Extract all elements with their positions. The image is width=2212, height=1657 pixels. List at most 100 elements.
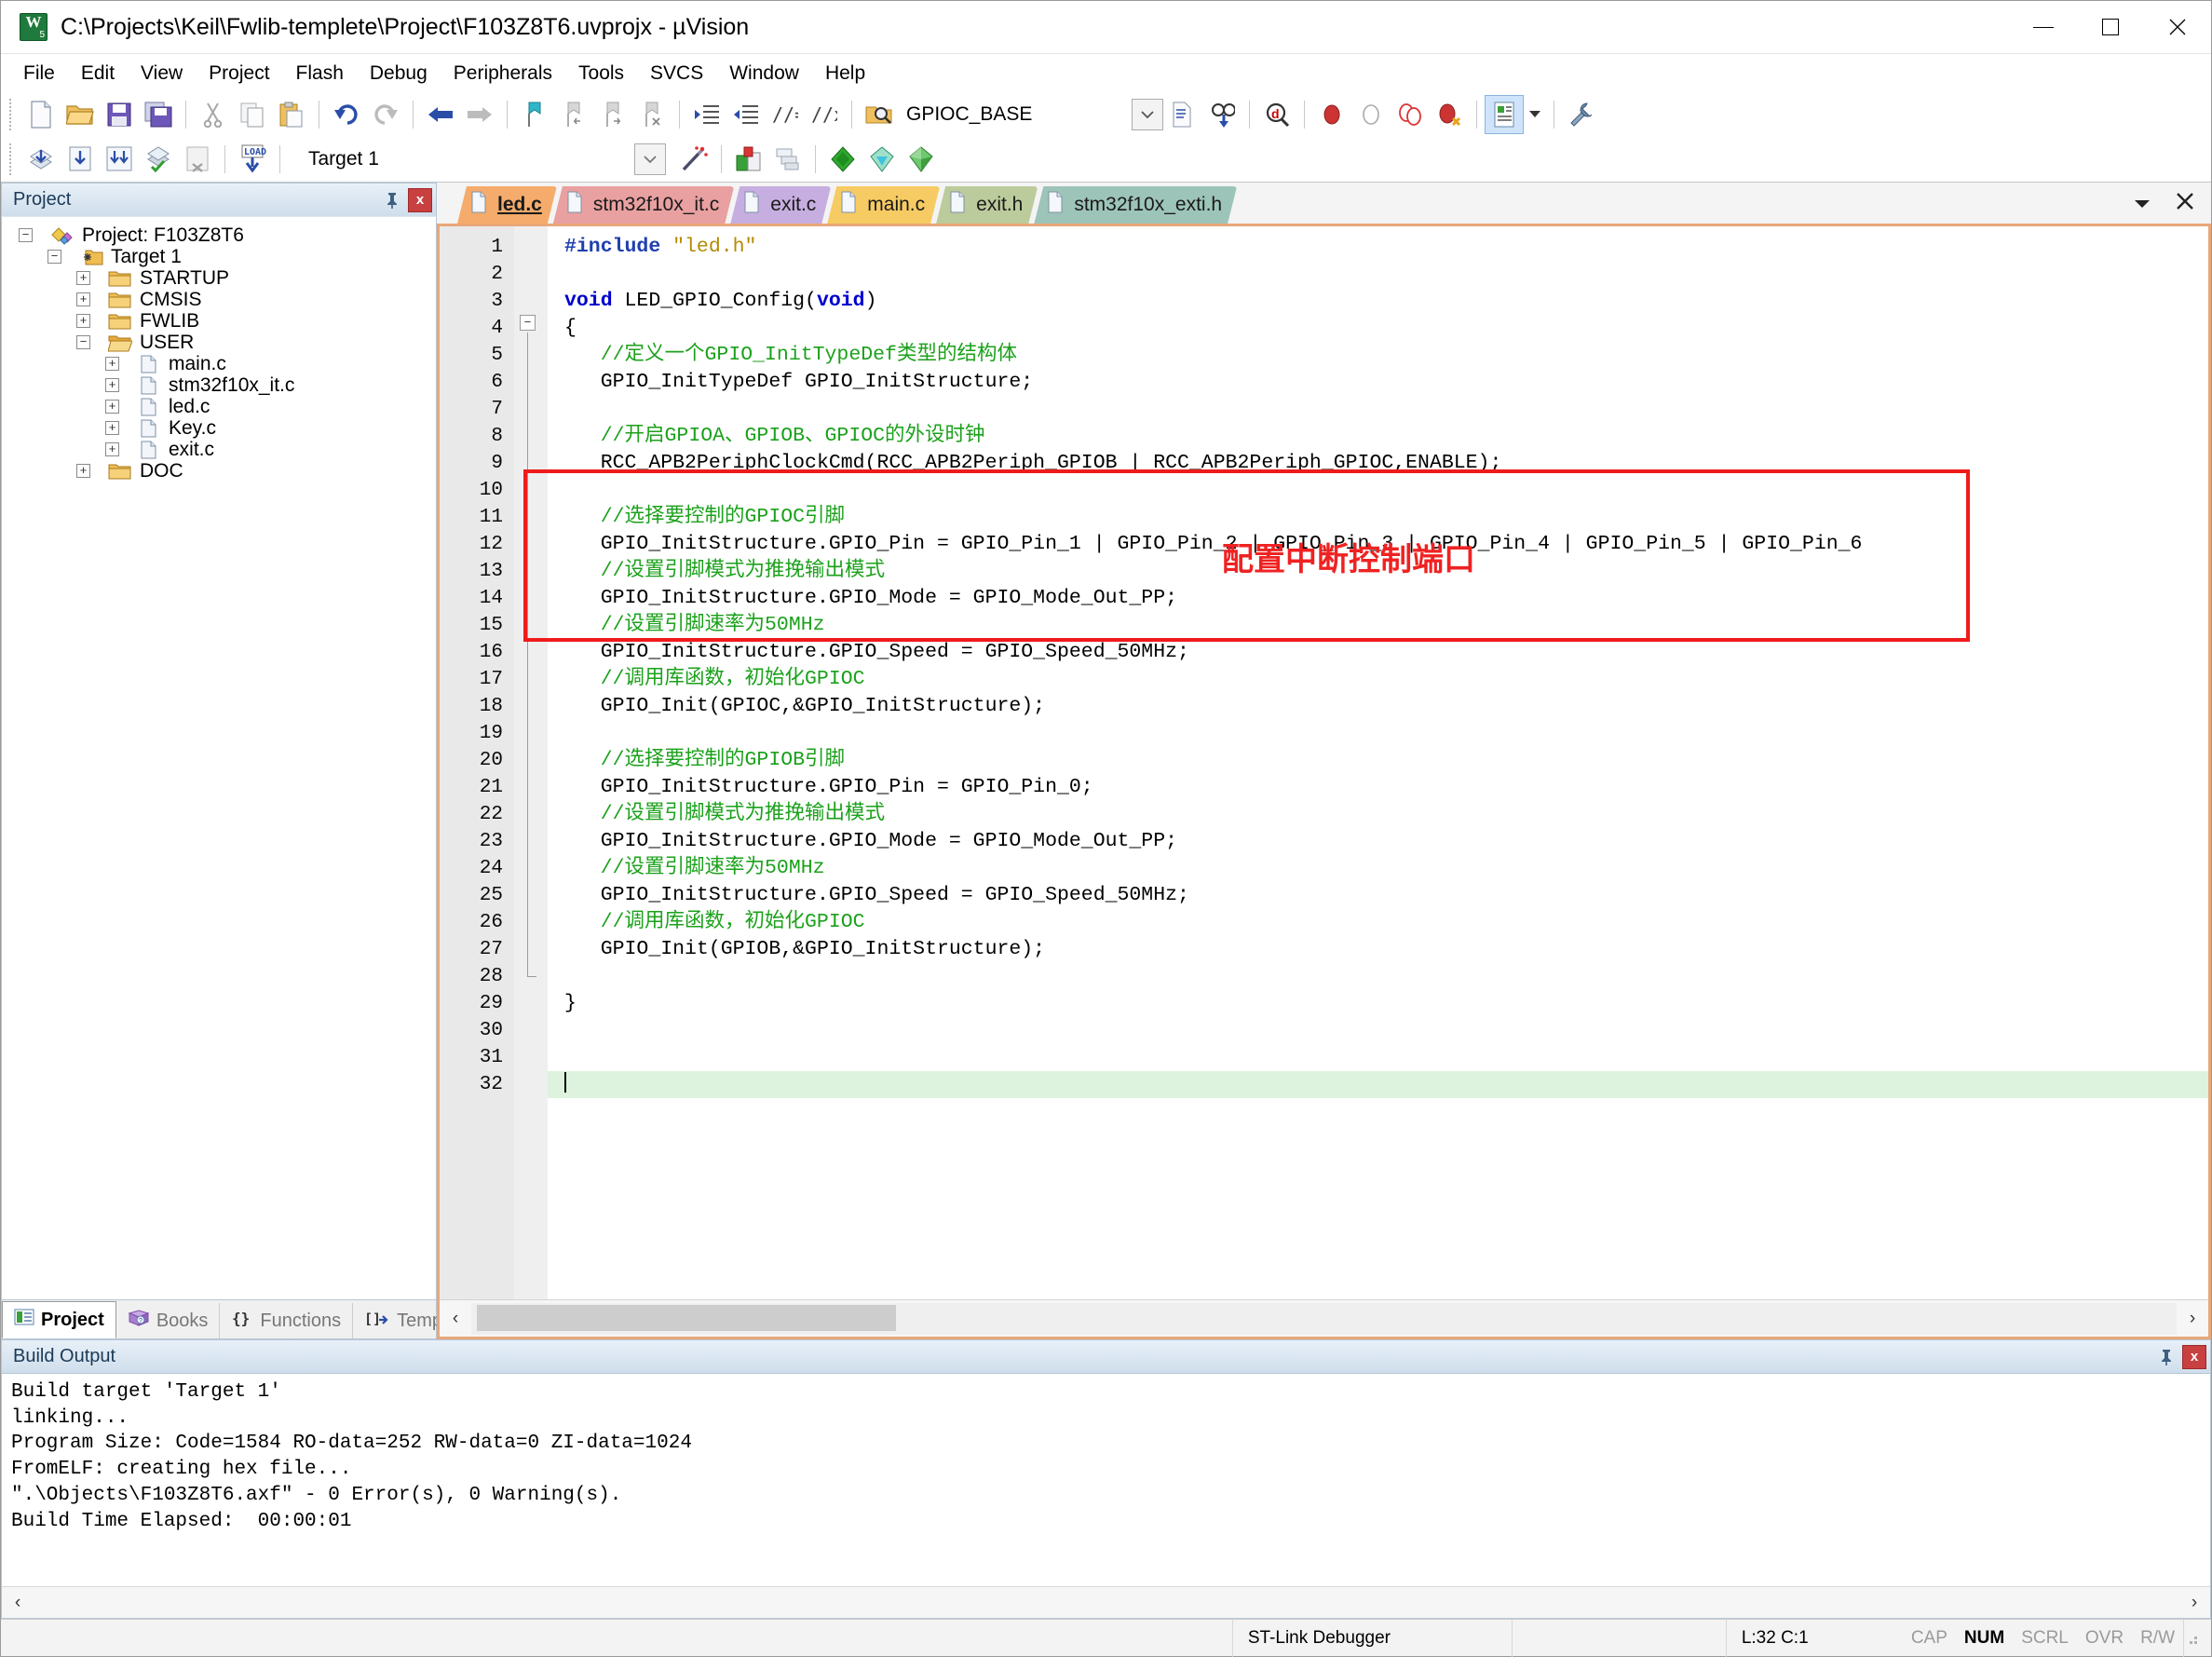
code-line[interactable]: #include "led.h" [548,234,2208,261]
browse-symbols-icon[interactable] [1203,96,1241,133]
editor-horizontal-scrollbar[interactable]: ‹ › [440,1299,2208,1337]
tree-item-project-f103z8t6[interactable]: − Project: F103Z8T6 [2,224,436,246]
expand-icon[interactable]: + [76,464,90,478]
configuration-wizard-toggle-icon[interactable] [1485,95,1524,134]
save-all-icon[interactable] [140,96,177,133]
indent-left-icon[interactable] [727,96,765,133]
menu-item-flash[interactable]: Flash [283,59,357,88]
tree-item-led-c[interactable]: + led.c [2,396,436,417]
tree-item-main-c[interactable]: + main.c [2,353,436,374]
resize-grip-icon[interactable] [2183,1619,2211,1657]
code-line[interactable]: GPIO_InitStructure.GPIO_Speed = GPIO_Spe… [548,639,2208,666]
fold-toggle-icon[interactable]: − [520,315,536,331]
editor-body[interactable]: 1 2 3 4 5 6 7 8 9 10 11 12 13 14 15 16 17 18 19 20 21 22 23 24 2… [440,226,2208,1299]
menu-item-window[interactable]: Window [716,59,812,88]
new-file-icon[interactable] [22,96,60,133]
editor-tab-stm32f10x-it-c[interactable]: stm32f10x_it.c [553,186,734,224]
code-line[interactable]: //设置引脚模式为推挽输出模式 [548,801,2208,828]
expand-icon[interactable]: + [105,421,119,435]
menu-item-file[interactable]: File [10,59,68,88]
tree-item-key-c[interactable]: + Key.c [2,417,436,439]
close-icon[interactable]: x [408,187,432,212]
code-line[interactable]: GPIO_InitStructure.GPIO_Mode = GPIO_Mode… [548,585,2208,612]
toolbar-grip[interactable] [9,99,17,130]
code-line[interactable] [548,261,2208,288]
navigate-back-icon[interactable] [422,96,459,133]
pin-icon[interactable] [380,188,404,212]
scroll-thumb[interactable] [477,1304,896,1331]
bookmark-next-icon[interactable] [594,96,631,133]
code-line[interactable]: //设置引脚速率为50MHz [548,612,2208,639]
undo-icon[interactable] [328,96,365,133]
expand-icon[interactable]: + [76,292,90,306]
save-icon[interactable] [101,96,138,133]
scroll-track[interactable] [471,1302,2177,1335]
project-pane-tab-functions[interactable]: {} Functions [220,1303,354,1338]
code-line[interactable] [548,963,2208,990]
build-icon[interactable] [22,141,60,178]
scroll-left-icon[interactable]: ‹ [440,1309,471,1329]
disable-all-breakpoints-icon[interactable] [1431,96,1468,133]
target-select[interactable]: Target 1 [299,143,504,175]
editor-tab-list-chevron-down-icon[interactable] [2133,194,2151,215]
menu-item-view[interactable]: View [128,59,196,88]
copy-icon[interactable] [234,96,271,133]
paste-icon[interactable] [273,96,310,133]
translate-icon[interactable] [140,141,177,178]
minimize-button[interactable] [2010,1,2077,54]
expand-icon[interactable]: + [105,442,119,456]
tree-item-startup[interactable]: + STARTUP [2,267,436,289]
comment-icon[interactable]: //= [767,96,804,133]
target-dropdown-chevron-down-icon[interactable] [634,143,666,175]
menu-item-peripherals[interactable]: Peripherals [441,59,565,88]
tree-item-exit-c[interactable]: + exit.c [2,439,436,460]
code-line[interactable]: //调用库函数，初始化GPIOC [548,666,2208,693]
code-line[interactable]: //调用库函数，初始化GPIOC [548,909,2208,936]
code-line[interactable]: } [548,990,2208,1017]
code-line[interactable] [548,396,2208,423]
customize-tools-icon[interactable] [1563,96,1600,133]
debug-start-icon[interactable] [824,141,862,178]
code-line[interactable]: void LED_GPIO_Config(void) [548,288,2208,315]
code-line[interactable] [548,1071,2208,1098]
expand-icon[interactable]: + [105,378,119,392]
tree-item-user[interactable]: − USER [2,332,436,353]
scroll-right-icon[interactable]: › [2178,1593,2210,1613]
code-line[interactable]: //选择要控制的GPIOB引脚 [548,747,2208,774]
menu-item-debug[interactable]: Debug [357,59,441,88]
code-line[interactable]: GPIO_Init(GPIOC,&GPIO_InitStructure); [548,693,2208,720]
pin-icon[interactable] [2154,1345,2178,1369]
build-output-scrollbar[interactable]: ‹ › [2,1586,2210,1618]
editor-tab-led-c[interactable]: led.c [457,186,557,224]
search-magnify-icon[interactable]: d [1258,96,1296,133]
cut-icon[interactable] [195,96,232,133]
toolbar-grip[interactable] [9,143,17,175]
code-line[interactable]: GPIO_InitStructure.GPIO_Mode = GPIO_Mode… [548,828,2208,855]
insert-breakpoint-icon[interactable] [1313,96,1350,133]
code-line[interactable]: { [548,315,2208,342]
configuration-wizard-icon[interactable] [902,141,940,178]
expand-icon[interactable]: + [105,357,119,371]
code-line[interactable]: //选择要控制的GPIOC引脚 [548,504,2208,531]
uncomment-icon[interactable]: //x [806,96,843,133]
disable-breakpoint-icon[interactable] [1352,96,1390,133]
tree-item-target-1[interactable]: − Target 1 [2,246,436,267]
redo-icon[interactable] [367,96,404,133]
collapse-icon[interactable]: − [19,228,33,242]
menu-item-svcs[interactable]: SVCS [637,59,716,88]
tree-item-stm32f10x-it-c[interactable]: + stm32f10x_it.c [2,374,436,396]
scroll-left-icon[interactable]: ‹ [2,1593,34,1613]
code-line[interactable] [548,1044,2208,1071]
editor-tab-stm32f10x-exti-h[interactable]: stm32f10x_exti.h [1034,186,1237,224]
bookmark-toggle-icon[interactable] [516,96,553,133]
close-icon[interactable]: x [2182,1344,2206,1369]
stop-build-icon[interactable] [179,141,216,178]
tree-item-fwlib[interactable]: + FWLIB [2,310,436,332]
code-line[interactable]: //开启GPIOA、GPIOB、GPIOC的外设时钟 [548,423,2208,450]
code-line[interactable]: GPIO_Init(GPIOB,&GPIO_InitStructure); [548,936,2208,963]
target-options-icon[interactable] [730,141,767,178]
code-content[interactable]: #include "led.h" void LED_GPIO_Config(voi… [548,226,2208,1299]
expand-icon[interactable]: + [105,400,119,414]
editor-tab-exit-h[interactable]: exit.h [936,186,1038,224]
code-line[interactable]: GPIO_InitStructure.GPIO_Speed = GPIO_Spe… [548,882,2208,909]
